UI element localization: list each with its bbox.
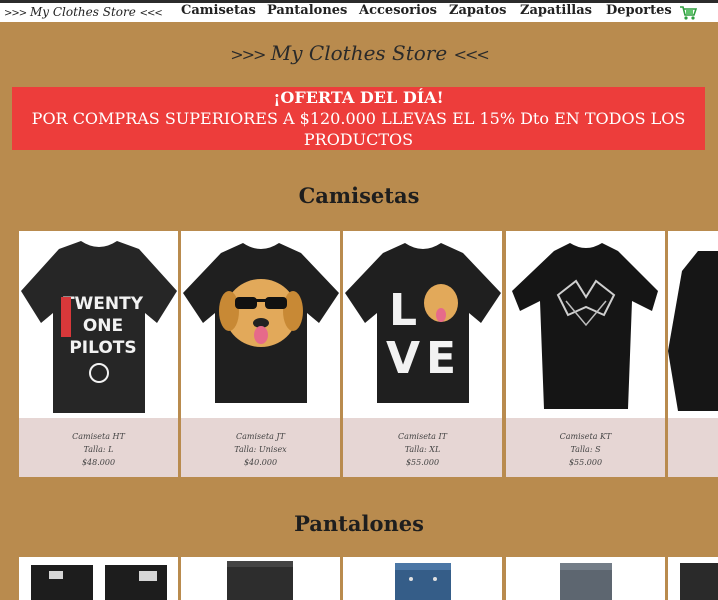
product-image <box>668 557 718 600</box>
product-image <box>668 231 718 418</box>
product-card[interactable]: Camiseta KT Talla: S $55.000 <box>506 231 665 477</box>
product-size: Talla: Unisex <box>234 445 287 454</box>
section-title-camisetas: Camisetas <box>298 183 420 208</box>
offer-banner: ¡OFERTA DEL DÍA! POR COMPRAS SUPERIORES … <box>12 87 705 150</box>
product-info: Camiseta HT Talla: L $48.000 <box>19 418 178 477</box>
svg-text:TWENTY: TWENTY <box>63 294 144 314</box>
product-card[interactable] <box>668 231 718 477</box>
product-card[interactable] <box>343 557 502 600</box>
brand-arrows-left: >>> <box>4 8 27 19</box>
shopping-cart-icon[interactable] <box>679 5 698 21</box>
svg-text:PILOTS: PILOTS <box>69 338 136 358</box>
product-price: $48.000 <box>81 458 116 467</box>
svg-text:ONE: ONE <box>83 316 123 336</box>
product-name: Camiseta JT <box>236 432 285 441</box>
section-title-pantalones: Pantalones <box>294 511 424 536</box>
product-row-pantalones <box>0 557 718 600</box>
nav-link-deportes[interactable]: Deportes <box>606 3 672 22</box>
svg-text:L: L <box>389 285 417 336</box>
offer-text: POR COMPRAS SUPERIORES A $120.000 LLEVAS… <box>31 109 686 149</box>
product-card[interactable] <box>668 557 718 600</box>
brand-arrows-right: <<< <box>139 8 163 19</box>
product-card[interactable]: L V E Camiseta IT Talla: XL $55.000 <box>343 231 502 477</box>
product-card[interactable] <box>181 557 340 600</box>
product-row-camisetas: TWENTY ONE PILOTS Camiseta HT Talla: L $… <box>0 231 718 477</box>
hero-title-text: My Clothes Store <box>270 41 448 65</box>
product-info: Camiseta IT Talla: XL $55.000 <box>343 418 502 477</box>
nav-link-pantalones[interactable]: Pantalones <box>267 3 347 22</box>
product-name: Camiseta HT <box>72 432 125 441</box>
product-info <box>668 418 718 477</box>
product-image <box>343 557 502 600</box>
hero-arrows-right: <<< <box>453 45 490 64</box>
offer-title: ¡OFERTA DEL DÍA! <box>273 88 444 107</box>
product-price: $55.000 <box>405 458 440 467</box>
product-name: Camiseta KT <box>559 432 612 441</box>
nav-link-zapatillas[interactable]: Zapatillas <box>520 3 592 22</box>
brand-name: My Clothes Store <box>29 5 136 19</box>
product-card[interactable]: Camiseta JT Talla: Unisex $40.000 <box>181 231 340 477</box>
product-card[interactable] <box>506 557 665 600</box>
product-size: Talla: XL <box>404 445 441 454</box>
product-size: Talla: L <box>83 445 114 454</box>
navbar-brand[interactable]: >>> My Clothes Store <<< <box>4 4 163 21</box>
product-name: Camiseta IT <box>398 432 447 441</box>
product-image <box>181 231 340 418</box>
navbar: >>> My Clothes Store <<< Camisetas Panta… <box>0 3 718 22</box>
product-price: $55.000 <box>568 458 603 467</box>
product-image: TWENTY ONE PILOTS <box>19 231 178 418</box>
hero-arrows-left: >>> <box>230 45 266 64</box>
product-image <box>19 557 178 600</box>
product-image <box>181 557 340 600</box>
product-image <box>506 231 665 418</box>
product-info: Camiseta KT Talla: S $55.000 <box>506 418 665 477</box>
hero-title: >>> My Clothes Store <<< <box>0 38 718 70</box>
nav-link-camisetas[interactable]: Camisetas <box>181 3 256 22</box>
product-image <box>506 557 665 600</box>
product-info: Camiseta JT Talla: Unisex $40.000 <box>181 418 340 477</box>
product-image: L V E <box>343 231 502 418</box>
nav-link-zapatos[interactable]: Zapatos <box>449 3 506 22</box>
svg-text:E: E <box>426 333 456 384</box>
nav-link-accesorios[interactable]: Accesorios <box>359 3 437 22</box>
product-size: Talla: S <box>570 445 601 454</box>
product-card[interactable] <box>19 557 178 600</box>
svg-text:V: V <box>386 333 420 384</box>
product-card[interactable]: TWENTY ONE PILOTS Camiseta HT Talla: L $… <box>19 231 178 477</box>
product-price: $40.000 <box>243 458 278 467</box>
